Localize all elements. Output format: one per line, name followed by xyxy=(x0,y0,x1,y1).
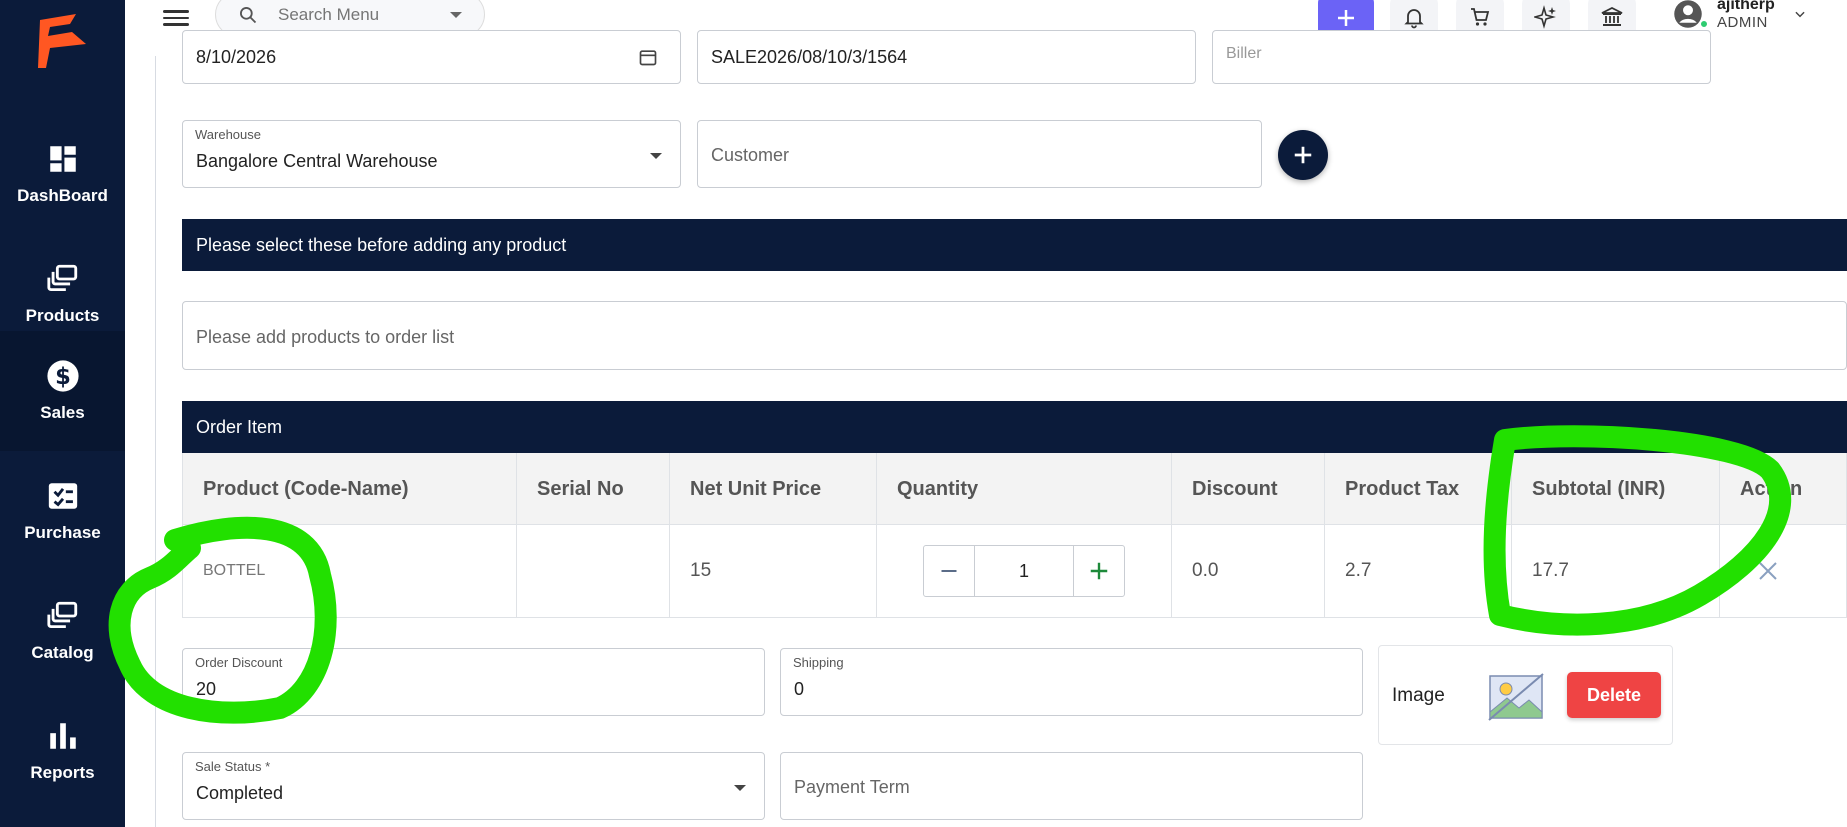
table-row-action xyxy=(1720,525,1847,617)
column-header-net-unit-price: Net Unit Price xyxy=(670,453,877,525)
sidebar-item-label: DashBoard xyxy=(17,186,108,205)
sidebar-item-catalog[interactable]: Catalog xyxy=(0,571,125,691)
order-item-header: Order Item xyxy=(182,401,1847,453)
minus-icon xyxy=(941,570,957,572)
warehouse-select[interactable]: Warehouse Bangalore Central Warehouse xyxy=(182,120,681,188)
product-search-placeholder: Please add products to order list xyxy=(196,327,455,347)
column-header-product-tax: Product Tax xyxy=(1325,453,1512,525)
sidebar-item-purchase[interactable]: Purchase xyxy=(0,451,125,571)
sidebar-item-sales[interactable]: $ Sales xyxy=(0,331,125,451)
customer-field[interactable]: Customer xyxy=(697,120,1262,188)
table-row-serial[interactable] xyxy=(517,525,670,617)
order-discount-label: Order Discount xyxy=(195,655,283,670)
quantity-stepper: 1 xyxy=(923,545,1125,597)
shipping-label: Shipping xyxy=(793,655,844,670)
sidebar-item-label: Products xyxy=(25,306,100,325)
table-row-quantity: 1 xyxy=(877,525,1172,617)
table-row-discount: 0.0 xyxy=(1172,525,1325,617)
order-items-table: Product (Code-Name) Serial No Net Unit P… xyxy=(182,453,1847,618)
sale-status-select[interactable]: Sale Status * Completed xyxy=(182,752,765,820)
delete-image-button[interactable]: Delete xyxy=(1567,672,1661,718)
column-header-subtotal: Subtotal (INR) xyxy=(1512,453,1720,525)
column-header-product: Product (Code-Name) xyxy=(183,453,517,525)
sale-status-label: Sale Status * xyxy=(195,759,271,774)
sidebar: DashBoard Products $ Sales Purchase Cata… xyxy=(0,0,125,827)
content-divider xyxy=(155,56,156,827)
bar-chart-icon xyxy=(49,723,76,749)
dropdown-caret-icon[interactable] xyxy=(734,785,746,791)
column-header-quantity: Quantity xyxy=(877,453,1172,525)
app-logo[interactable] xyxy=(36,10,90,70)
plus-icon xyxy=(1090,562,1108,580)
column-header-discount: Discount xyxy=(1172,453,1325,525)
payment-term-field[interactable]: Payment Term xyxy=(780,752,1363,820)
quantity-input[interactable]: 1 xyxy=(974,546,1074,596)
remove-item-icon[interactable] xyxy=(1756,559,1780,583)
increase-quantity-button[interactable] xyxy=(1074,546,1124,596)
dollar-icon: $ xyxy=(46,360,79,392)
sidebar-item-label: Sales xyxy=(40,403,85,422)
table-row-net-unit-price: 15 xyxy=(670,525,877,617)
sidebar-item-label: Purchase xyxy=(24,523,101,542)
notice-banner: Please select these before adding any pr… xyxy=(182,219,1847,271)
catalog-icon xyxy=(46,601,77,629)
dropdown-caret-icon[interactable] xyxy=(650,153,662,159)
sidebar-item-label: Reports xyxy=(30,763,95,782)
notice-text: Please select these before adding any pr… xyxy=(196,234,567,255)
image-upload-card: Image Delete xyxy=(1378,645,1673,745)
warehouse-value: Bangalore Central Warehouse xyxy=(196,151,438,171)
column-header-action: Action xyxy=(1740,477,1803,500)
column-header-serial: Serial No xyxy=(517,453,670,525)
no-image-icon[interactable] xyxy=(1487,672,1545,722)
payment-term-placeholder: Payment Term xyxy=(794,777,910,797)
decrease-quantity-button[interactable] xyxy=(924,546,974,596)
sidebar-item-reports[interactable]: Reports xyxy=(0,691,125,811)
add-customer-button[interactable] xyxy=(1278,130,1328,180)
sidebar-item-label: Catalog xyxy=(31,643,94,662)
order-item-title: Order Item xyxy=(196,416,283,437)
sidebar-item-dashboard[interactable]: DashBoard xyxy=(0,114,125,234)
order-discount-field[interactable]: Order Discount 20 xyxy=(182,648,765,716)
shipping-value: 0 xyxy=(794,679,805,699)
products-icon xyxy=(46,264,77,292)
table-row-subtotal: 17.7 xyxy=(1512,525,1720,617)
purchase-icon xyxy=(48,483,77,509)
shipping-field[interactable]: Shipping 0 xyxy=(780,648,1363,716)
product-search-field[interactable]: Please add products to order list xyxy=(182,301,1847,370)
customer-placeholder: Customer xyxy=(711,145,790,165)
sale-status-value: Completed xyxy=(196,783,284,803)
dashboard-icon xyxy=(49,146,76,172)
order-discount-value: 20 xyxy=(196,679,217,699)
table-row-product-tax: 2.7 xyxy=(1325,525,1512,617)
svg-text:$: $ xyxy=(55,364,71,390)
image-label: Image xyxy=(1392,685,1445,706)
warehouse-label: Warehouse xyxy=(195,127,261,142)
table-row-product: BOTTEL xyxy=(183,525,517,617)
plus-icon xyxy=(1294,146,1312,164)
